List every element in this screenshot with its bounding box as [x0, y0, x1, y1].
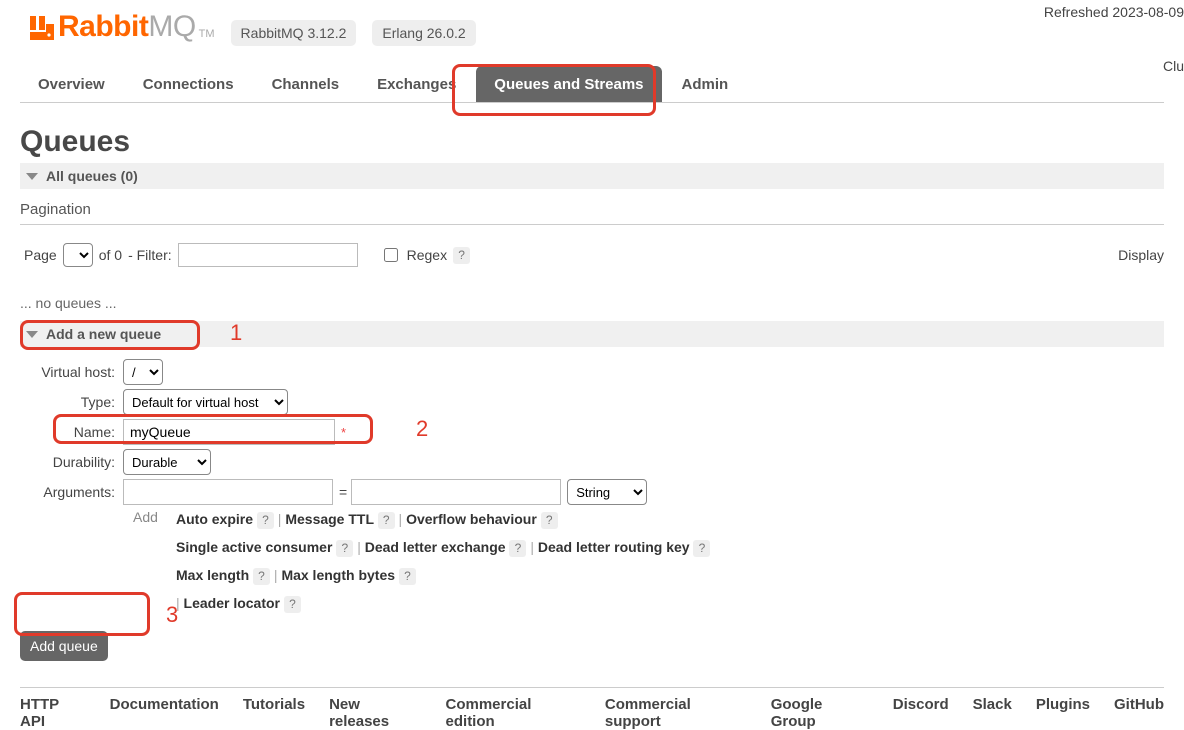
- arg-key-input[interactable]: [123, 479, 333, 505]
- add-queue-button[interactable]: Add queue: [20, 631, 108, 661]
- content: Queues All queues (0) Pagination Page of…: [0, 103, 1184, 661]
- opt-overflow[interactable]: Overflow behaviour: [406, 511, 537, 527]
- tab-exchanges[interactable]: Exchanges: [359, 66, 474, 102]
- footer-links: HTTP API Documentation Tutorials New rel…: [20, 687, 1164, 730]
- page-of: of 0: [99, 247, 122, 263]
- filter-label: - Filter:: [128, 247, 172, 263]
- add-queue-label: Add a new queue: [46, 326, 161, 342]
- footer-releases[interactable]: New releases: [329, 696, 421, 730]
- help-icon[interactable]: ?: [284, 596, 301, 613]
- erlang-badge: Erlang 26.0.2: [372, 20, 475, 46]
- name-input[interactable]: [123, 419, 335, 445]
- logo-text-rabbit: Rabbit: [58, 10, 148, 43]
- page-select[interactable]: [63, 243, 93, 267]
- version-badge: RabbitMQ 3.12.2: [231, 20, 357, 46]
- displaying-label: Display: [1118, 247, 1164, 263]
- add-queue-form: Virtual host: / Type: Default for virtua…: [20, 359, 1164, 661]
- regex-help-icon[interactable]: ?: [453, 247, 470, 264]
- page-title: Queues: [20, 125, 1164, 159]
- required-marker: *: [341, 425, 346, 440]
- cluster-label: Clu: [1163, 58, 1184, 74]
- pagination-heading: Pagination: [20, 201, 1164, 225]
- tab-channels[interactable]: Channels: [254, 66, 358, 102]
- no-queues-text: ... no queues ...: [20, 295, 1164, 311]
- chevron-down-icon: [26, 173, 38, 180]
- section-all-queues[interactable]: All queues (0): [20, 163, 1164, 189]
- opt-auto-expire[interactable]: Auto expire: [176, 511, 253, 527]
- opt-leader-locator[interactable]: Leader locator: [184, 595, 280, 611]
- pagination-row: Page of 0 - Filter: Regex ? Display: [24, 243, 1164, 267]
- logo-text-mq: MQ: [148, 10, 195, 43]
- main-nav: Overview Connections Channels Exchanges …: [20, 66, 1164, 103]
- durability-label: Durability:: [20, 454, 123, 470]
- chevron-down-icon: [26, 331, 38, 338]
- type-label: Type:: [20, 394, 123, 410]
- logo[interactable]: RabbitMQ: [30, 10, 196, 44]
- equals-sign: =: [339, 484, 347, 500]
- help-icon[interactable]: ?: [399, 568, 416, 585]
- tab-connections[interactable]: Connections: [125, 66, 252, 102]
- filter-input[interactable]: [178, 243, 358, 267]
- arg-val-input[interactable]: [351, 479, 561, 505]
- opt-dlrk[interactable]: Dead letter routing key: [538, 539, 690, 555]
- arguments-label: Arguments:: [20, 484, 123, 500]
- help-icon[interactable]: ?: [509, 540, 526, 557]
- help-icon[interactable]: ?: [253, 568, 270, 585]
- footer-commercial-ed[interactable]: Commercial edition: [446, 696, 581, 730]
- help-icon[interactable]: ?: [693, 540, 710, 557]
- help-icon[interactable]: ?: [378, 512, 395, 529]
- refreshed-timestamp: Refreshed 2023-08-09: [1044, 4, 1184, 20]
- type-select[interactable]: Default for virtual host: [123, 389, 288, 415]
- opt-message-ttl[interactable]: Message TTL: [285, 511, 373, 527]
- opt-maxlen[interactable]: Max length: [176, 567, 249, 583]
- help-icon[interactable]: ?: [541, 512, 558, 529]
- section-add-queue[interactable]: Add a new queue: [20, 321, 1164, 347]
- opt-dlx[interactable]: Dead letter exchange: [365, 539, 506, 555]
- footer-discord[interactable]: Discord: [893, 696, 949, 730]
- footer-tutorials[interactable]: Tutorials: [243, 696, 305, 730]
- regex-label: Regex: [407, 247, 447, 263]
- header-bar: RabbitMQ TM RabbitMQ 3.12.2 Erlang 26.0.…: [0, 0, 1184, 46]
- vhost-label: Virtual host:: [20, 364, 123, 380]
- tab-admin[interactable]: Admin: [664, 66, 747, 102]
- vhost-select[interactable]: /: [123, 359, 163, 385]
- footer-http-api[interactable]: HTTP API: [20, 696, 86, 730]
- footer-docs[interactable]: Documentation: [110, 696, 219, 730]
- rabbitmq-icon: [30, 16, 54, 40]
- help-icon[interactable]: ?: [336, 540, 353, 557]
- regex-checkbox[interactable]: [384, 248, 398, 262]
- footer-slack[interactable]: Slack: [973, 696, 1012, 730]
- footer-github[interactable]: GitHub: [1114, 696, 1164, 730]
- tab-overview[interactable]: Overview: [20, 66, 123, 102]
- footer-google[interactable]: Google Group: [771, 696, 869, 730]
- footer-plugins[interactable]: Plugins: [1036, 696, 1090, 730]
- name-label: Name:: [20, 424, 123, 440]
- footer-commercial-sup[interactable]: Commercial support: [605, 696, 747, 730]
- arg-type-select[interactable]: String: [567, 479, 647, 505]
- durability-select[interactable]: Durable: [123, 449, 211, 475]
- opt-single-active-consumer[interactable]: Single active consumer: [176, 539, 332, 555]
- all-queues-label: All queues (0): [46, 168, 138, 184]
- page-label: Page: [24, 247, 57, 263]
- trademark: TM: [199, 28, 215, 40]
- argument-shortcuts: Auto expire ? | Message TTL ? | Overflow…: [176, 505, 796, 617]
- tab-queues-streams[interactable]: Queues and Streams: [476, 66, 661, 102]
- opt-maxlenb[interactable]: Max length bytes: [281, 567, 395, 583]
- help-icon[interactable]: ?: [257, 512, 274, 529]
